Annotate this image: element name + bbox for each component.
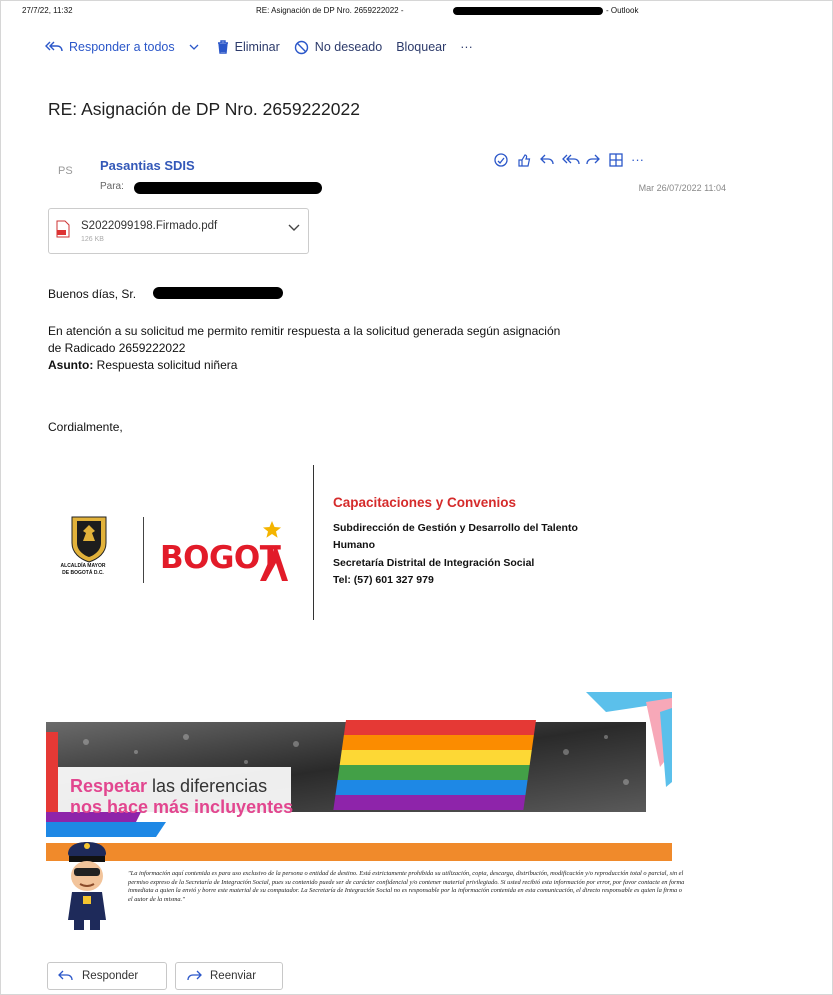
more-icon: ··· [460, 40, 473, 54]
reply-icon[interactable] [539, 152, 562, 172]
banner-line-1: Respetar las diferencias [70, 776, 267, 797]
redaction-bar [134, 182, 322, 194]
trash-icon [217, 40, 228, 54]
like-icon[interactable] [516, 152, 539, 172]
subject-label: Asunto: [48, 358, 94, 372]
message-toolbar: Responder a todos Eliminar No deseado Bl… [45, 36, 487, 58]
signature-line-2: Humano [333, 539, 375, 551]
signature-title: Capacitaciones y Convenios [333, 495, 517, 510]
signature-divider [313, 465, 314, 620]
banner-orange-bar [46, 843, 672, 861]
chevron-down-icon [189, 44, 199, 50]
reply-button[interactable]: Responder [47, 962, 167, 990]
delete-label: Eliminar [234, 40, 280, 54]
message-actions: ··· [493, 152, 654, 172]
attachment-filename: S2022099198.Firmado.pdf [81, 220, 218, 232]
junk-label: No deseado [314, 40, 383, 54]
block-circle-icon [294, 40, 308, 54]
junk-button[interactable]: No deseado [294, 40, 382, 55]
forward-button[interactable]: Reenviar [175, 962, 283, 990]
redaction-bar [153, 287, 283, 299]
banner-bold-word: Respetar [70, 776, 148, 796]
forward-icon[interactable] [585, 152, 608, 172]
avatar: PS [58, 165, 73, 177]
redaction-bar [453, 7, 603, 15]
reply-all-label: Responder a todos [69, 40, 175, 54]
block-button[interactable]: Bloquear [396, 40, 446, 54]
confidentiality-disclaimer: "La información aquí contenida es para u… [128, 870, 685, 903]
forward-label: Reenviar [210, 970, 257, 982]
attachment-card[interactable]: S2022099198.Firmado.pdf 126 KB [48, 208, 309, 254]
block-label: Bloquear [396, 40, 447, 54]
apps-icon[interactable] [608, 152, 631, 172]
bogota-coat-of-arms-logo [71, 516, 107, 563]
logo-divider [143, 517, 144, 583]
alcaldia-line-2: DE BOGOTÁ D.C. [62, 570, 104, 576]
subject-value: Respuesta solicitud niñera [93, 358, 238, 372]
greeting: Buenos días, Sr. [48, 287, 137, 301]
banner-line-1-rest: las diferencias [147, 776, 268, 796]
closing: Cordialmente, [48, 420, 123, 434]
reply-all-icon[interactable] [562, 152, 585, 172]
chevron-down-icon[interactable] [288, 224, 300, 232]
body-line-2: de Radicado 2659222022 [48, 341, 186, 355]
more-icon[interactable]: ··· [631, 152, 654, 172]
reply-icon [58, 970, 73, 981]
reply-all-button[interactable]: Responder a todos [45, 40, 175, 54]
body-subject-line: Asunto: Respuesta solicitud niñera [48, 357, 237, 374]
sender-name[interactable]: Pasantias SDIS [100, 158, 195, 173]
forward-icon [187, 970, 202, 981]
attachment-size: 126 KB [81, 236, 104, 243]
more-actions-button[interactable]: ··· [460, 40, 473, 54]
reply-options-dropdown[interactable] [189, 44, 199, 50]
police-mascot-illustration [68, 842, 106, 930]
diversity-banner-image [46, 692, 672, 837]
reply-all-icon [45, 41, 63, 52]
reply-label: Responder [82, 970, 139, 982]
received-date: Mar 26/07/2022 11:04 [638, 183, 726, 193]
message-subject: RE: Asignación de DP Nro. 2659222022 [48, 99, 360, 119]
alcaldia-logo-text: ALCALDÍA MAYOR DE BOGOTÁ D.C. [56, 563, 110, 577]
print-title: RE: Asignación de DP Nro. 2659222022 - [256, 6, 404, 15]
signature-line-3: Secretaría Distrital de Integración Soci… [333, 557, 535, 569]
to-label: Para: [100, 181, 124, 192]
banner-line-2: nos hace más incluyentes [70, 797, 294, 817]
print-app-name: - Outlook [606, 6, 639, 15]
body-line-1: En atención a su solicitud me permito re… [48, 324, 561, 338]
alcaldia-line-1: ALCALDÍA MAYOR [60, 563, 106, 569]
signature-line-1: Subdirección de Gestión y Desarrollo del… [333, 522, 578, 534]
pdf-file-icon [56, 220, 70, 238]
bogota-logo-star-a [260, 521, 288, 581]
delete-button[interactable]: Eliminar [217, 40, 280, 54]
signature-phone: Tel: (57) 601 327 979 [333, 574, 434, 586]
print-datetime: 27/7/22, 11:32 [22, 6, 73, 15]
sticker-icon[interactable] [493, 152, 516, 172]
